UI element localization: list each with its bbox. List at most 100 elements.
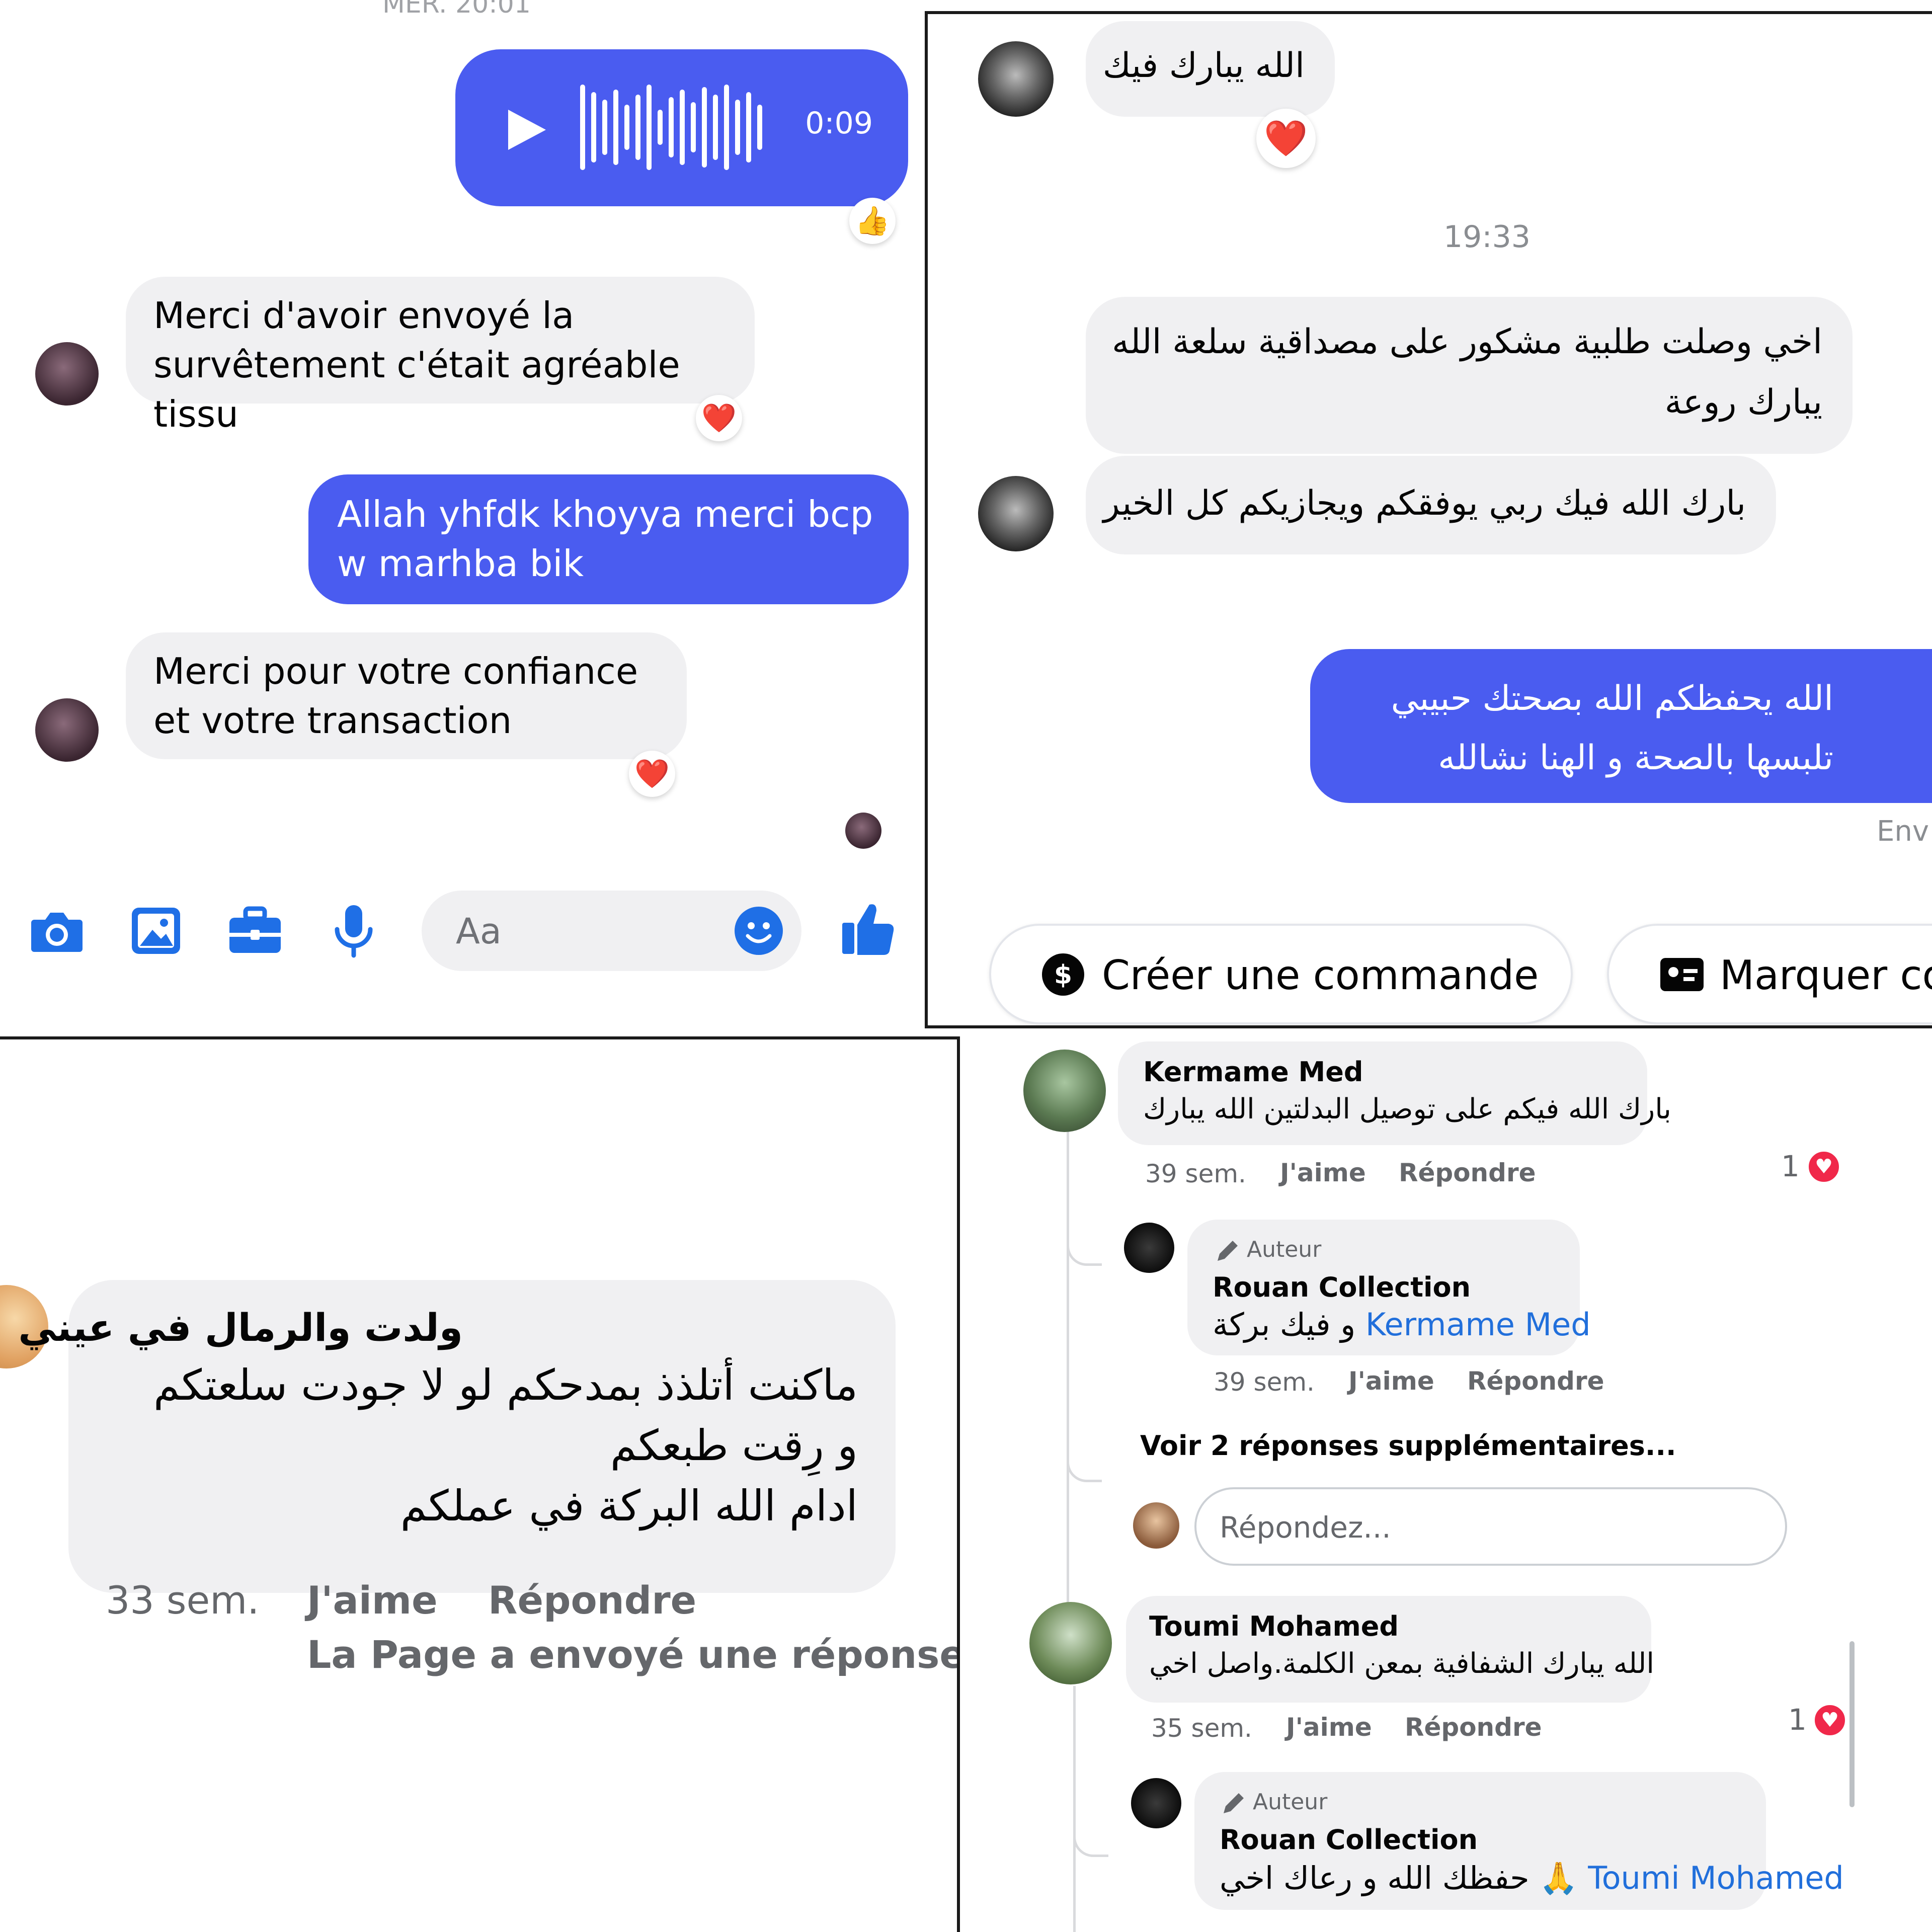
message-input-placeholder: Aa [456, 911, 502, 952]
delivery-status: Env [1877, 815, 1929, 848]
like-count: 1 [1781, 1149, 1800, 1183]
comment-age: 33 sem. [106, 1578, 260, 1623]
commenter-name[interactable]: Kermame Med [1143, 1054, 1363, 1091]
svg-text:$: $ [1054, 960, 1072, 990]
pencil-icon [1218, 1241, 1238, 1261]
pencil-icon [1224, 1793, 1244, 1813]
thumbs-up-reaction[interactable]: 👍 [849, 198, 896, 244]
reply-input[interactable]: Répondez... [1194, 1487, 1787, 1566]
comment-bubble: ولدت والرمال في عيني ماكنت أتلذذ بمدحكم … [18, 1280, 896, 1593]
message-input[interactable]: Aa [422, 891, 801, 971]
sent-message: الله يحفظكم الله بصحتك حبيبي تلبسها بالص… [1310, 649, 1932, 803]
reply-link[interactable]: Répondre [488, 1578, 696, 1623]
avatar[interactable] [1023, 1050, 1106, 1132]
emoji-icon[interactable] [734, 906, 784, 956]
comment-line: ادام الله البركة في عملكم [400, 1481, 858, 1531]
reply-link[interactable]: Répondre [1399, 1158, 1536, 1187]
heart-reaction-badge[interactable]: ♥ [1806, 1149, 1841, 1184]
message-text: بارك الله فيك ربي يوفقكم ويجازيكم كل الخ… [1103, 484, 1746, 523]
heart-icon: ❤️ [634, 758, 670, 790]
id-card-icon [1660, 958, 1704, 991]
heart-icon: ♥ [1815, 1155, 1833, 1178]
camera-icon[interactable] [29, 906, 85, 956]
reply-input-placeholder: Répondez... [1220, 1510, 1391, 1545]
sent-message: Allah yhfdk khoyya merci bcp w marhba bi… [308, 474, 909, 604]
comment-bubble: Toumi Mohamed الله يبارك الشفافية بمعن ا… [1126, 1596, 1654, 1703]
mark-label: Marquer co [1720, 952, 1932, 999]
seen-avatar [845, 813, 881, 849]
comment-panel-left: ولدت والرمال في عيني ماكنت أتلذذ بمدحكم … [0, 1039, 957, 1932]
message-text: Allah yhfdk khoyya merci bcp w marhba bi… [337, 493, 873, 585]
reply-link[interactable]: Répondre [1405, 1713, 1542, 1742]
waveform-icon [580, 85, 762, 170]
mention-link[interactable]: Toumi Mohamed [1588, 1860, 1844, 1896]
avatar[interactable] [35, 698, 99, 762]
voice-duration: 0:09 [805, 106, 873, 141]
author-badge: Auteur [1253, 1789, 1328, 1815]
like-link[interactable]: J'aime [307, 1578, 438, 1623]
page-reply-note[interactable]: La Page a envoyé une réponse p [307, 1632, 957, 1677]
microphone-icon[interactable] [331, 903, 376, 959]
received-message: Merci pour votre confiance et votre tran… [126, 632, 687, 759]
avatar[interactable] [978, 41, 1054, 117]
dollar-icon: $ [1042, 953, 1084, 996]
page-avatar[interactable] [1124, 1223, 1174, 1273]
commenter-name[interactable]: Toumi Mohamed [1149, 1608, 1399, 1645]
comment-line: و رِقت طبعكم [610, 1421, 858, 1470]
like-link[interactable]: J'aime [1286, 1713, 1372, 1742]
received-message: Merci d'avoir envoyé la survêtement c'ét… [126, 277, 755, 435]
mention-link[interactable]: Kermame Med [1365, 1306, 1591, 1343]
comment-text: بارك الله فيكم على توصيل البدلتين الله ي… [1143, 1093, 1671, 1125]
play-icon[interactable] [503, 107, 548, 152]
create-order-button[interactable]: $ Créer une commande [989, 924, 1573, 1024]
message-text: Merci pour votre confiance et votre tran… [153, 650, 638, 742]
thread-line [1073, 1686, 1108, 1857]
time-divider: 19:33 [1443, 219, 1531, 255]
reply-bubble: Auteur Rouan Collection حفظك الله و رعاك… [1194, 1772, 1844, 1910]
voice-message-bubble[interactable]: 0:09 [455, 49, 908, 206]
page-avatar[interactable] [1131, 1778, 1181, 1828]
comment-title: ولدت والرمال في عيني [18, 1305, 463, 1350]
replier-name[interactable]: Rouan Collection [1220, 1821, 1478, 1859]
message-text: الله يحفظكم الله بصحتك حبيبي تلبسها بالص… [1391, 679, 1833, 778]
create-order-label: Créer une commande [1102, 952, 1539, 999]
heart-icon: ♥ [1821, 1709, 1839, 1732]
heart-icon: ❤️ [701, 402, 737, 435]
reply-text-row: حفظك الله و رعاك اخي 🙏 Toumi Mohamed [1220, 1860, 1844, 1897]
reply-bubble: Auteur Rouan Collection و فيك بركة Kerma… [1187, 1220, 1591, 1355]
reply-text: و فيك بركة [1213, 1306, 1356, 1343]
received-message: اخي وصلت طلبية مشكور على مصداقية سلعة ال… [1086, 297, 1853, 454]
heart-reaction[interactable]: ❤️ [629, 751, 675, 797]
thread-line [1067, 1110, 1102, 1482]
comment-line: ماكنت أتلذذ بمدحكم لو لا جودت سلعتكم [153, 1360, 858, 1410]
avatar[interactable] [1029, 1602, 1112, 1684]
comment-bubble: Kermame Med بارك الله فيكم على توصيل الب… [1118, 1041, 1671, 1145]
reply-link[interactable]: Répondre [1467, 1366, 1604, 1396]
user-avatar [1133, 1502, 1179, 1549]
heart-reaction[interactable]: ❤️ [696, 395, 742, 441]
messenger-panel-left: MER. 20:01 0:09 👍 Merci d'avoir envoyé l… [0, 0, 926, 1036]
heart-reaction-badge[interactable]: ♥ [1812, 1703, 1847, 1738]
like-count: 1 [1788, 1703, 1807, 1737]
avatar[interactable] [978, 476, 1054, 551]
comment-age: 39 sem. [1145, 1159, 1246, 1188]
thumbs-up-icon[interactable] [840, 901, 896, 956]
thumbs-up-icon: 👍 [855, 205, 890, 237]
image-icon[interactable] [130, 906, 182, 956]
like-link[interactable]: J'aime [1280, 1158, 1366, 1187]
comment-text: الله يبارك الشفافية بمعن الكلمة.واصل اخي [1149, 1647, 1654, 1680]
briefcase-icon[interactable] [227, 906, 283, 956]
heart-reaction[interactable]: ❤️ [1256, 109, 1316, 168]
replier-name[interactable]: Rouan Collection [1213, 1269, 1471, 1306]
time-header: MER. 20:01 [382, 0, 531, 19]
mark-button[interactable]: Marquer co [1607, 924, 1932, 1024]
avatar[interactable] [35, 342, 99, 406]
received-message: بارك الله فيك ربي يوفقكم ويجازيكم كل الخ… [1086, 456, 1776, 554]
message-text: Merci d'avoir envoyé la survêtement c'ét… [153, 294, 680, 435]
message-text: اخي وصلت طلبية مشكور على مصداقية سلعة ال… [1111, 322, 1822, 422]
more-replies-link[interactable]: Voir 2 réponses supplémentaires... [1140, 1430, 1676, 1462]
author-badge: Auteur [1247, 1237, 1322, 1262]
message-text: الله يبارك فيك [1102, 46, 1305, 86]
scrollbar[interactable] [1849, 1641, 1855, 1807]
like-link[interactable]: J'aime [1348, 1366, 1434, 1396]
